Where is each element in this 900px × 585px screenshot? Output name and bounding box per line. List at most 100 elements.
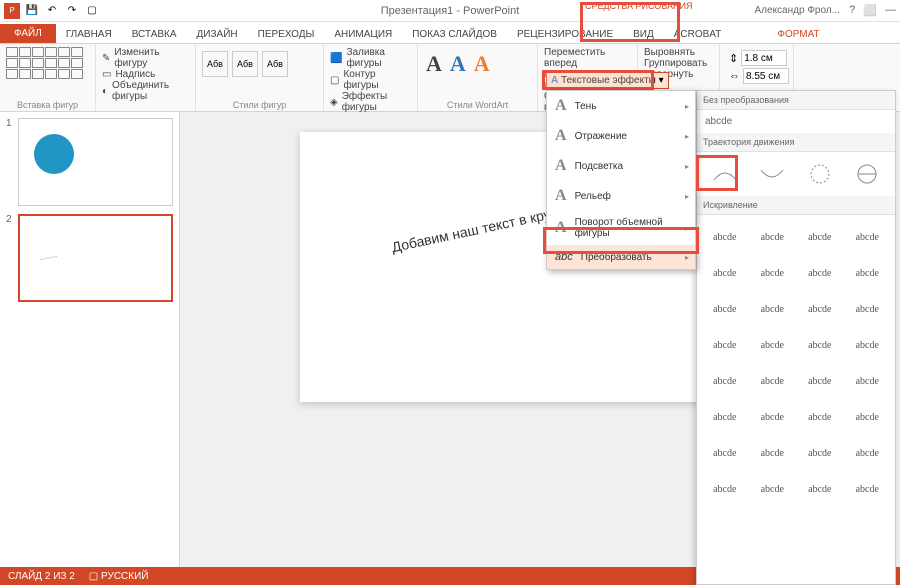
- undo-icon[interactable]: ↶: [44, 3, 60, 19]
- tab-format[interactable]: ФОРМАТ: [767, 26, 829, 43]
- warp-option[interactable]: abcde: [846, 329, 890, 361]
- thumb-circle-shape: [34, 134, 74, 174]
- tab-transitions[interactable]: ПЕРЕХОДЫ: [248, 26, 325, 43]
- warp-option[interactable]: abcde: [703, 473, 747, 505]
- warp-option[interactable]: abcde: [846, 401, 890, 433]
- slide-thumb-2[interactable]: ~~~~~: [18, 214, 173, 302]
- align-button[interactable]: Выровнять: [644, 47, 713, 58]
- shape-effects-button[interactable]: ◈Эффекты фигуры: [330, 91, 411, 113]
- width-icon: ⇔: [729, 70, 740, 82]
- warp-option[interactable]: abcde: [846, 293, 890, 325]
- thumb-number: 2: [6, 214, 18, 302]
- tab-home[interactable]: ГЛАВНАЯ: [56, 26, 122, 43]
- shape-style-preset[interactable]: Абв: [262, 51, 288, 77]
- warp-option[interactable]: abcde: [798, 473, 842, 505]
- warp-option[interactable]: abcde: [798, 401, 842, 433]
- wordart-preset[interactable]: A: [450, 51, 466, 77]
- text-box-button[interactable]: ▭Надпись: [102, 69, 189, 80]
- section-follow-path: Траектория движения: [697, 133, 895, 152]
- warp-option[interactable]: abcde: [751, 365, 795, 397]
- menu-glow[interactable]: AПодсветка▸: [547, 151, 695, 181]
- width-input[interactable]: [743, 68, 789, 84]
- warp-option[interactable]: abcde: [798, 437, 842, 469]
- quick-access-toolbar: P 💾 ↶ ↷ ▢: [0, 3, 100, 19]
- text-effects-button[interactable]: A Текстовые эффекты ▾: [546, 72, 669, 89]
- warp-option[interactable]: abcde: [846, 257, 890, 289]
- redo-icon[interactable]: ↷: [64, 3, 80, 19]
- menu-3d-rotation[interactable]: AПоворот объемной фигуры▸: [547, 211, 695, 245]
- warp-grid: abcdeabcdeabcdeabcde abcdeabcdeabcdeabcd…: [697, 215, 895, 511]
- path-button-icon: [852, 162, 882, 186]
- group-shape-styles: Абв Абв Абв Стили фигур: [196, 44, 324, 111]
- tab-insert[interactable]: ВСТАВКА: [122, 26, 187, 43]
- warp-option[interactable]: abcde: [703, 293, 747, 325]
- slide-thumb-1[interactable]: [18, 118, 173, 206]
- warp-option[interactable]: abcde: [846, 221, 890, 253]
- menu-shadow[interactable]: AТень▸: [547, 91, 695, 121]
- warp-option[interactable]: abcde: [798, 257, 842, 289]
- warp-option[interactable]: abcde: [798, 293, 842, 325]
- warp-option[interactable]: abcde: [846, 365, 890, 397]
- shape-outline-button[interactable]: ▢Контур фигуры: [330, 69, 411, 91]
- transform-path-button[interactable]: [846, 158, 890, 190]
- warp-option[interactable]: abcde: [703, 437, 747, 469]
- menu-bevel[interactable]: AРельеф▸: [547, 181, 695, 211]
- warp-option[interactable]: abcde: [703, 329, 747, 361]
- height-input[interactable]: [741, 50, 787, 66]
- shape-fill-button[interactable]: 🟦Заливка фигуры: [330, 47, 411, 69]
- warp-option[interactable]: abcde: [751, 293, 795, 325]
- tab-review[interactable]: РЕЦЕНЗИРОВАНИЕ: [507, 26, 623, 43]
- curved-text-shape[interactable]: Добавим наш текст в круг: [390, 205, 557, 255]
- tab-slideshow[interactable]: ПОКАЗ СЛАЙДОВ: [402, 26, 507, 43]
- warp-option[interactable]: abcde: [751, 401, 795, 433]
- tab-design[interactable]: ДИЗАЙН: [187, 26, 248, 43]
- change-shape-button[interactable]: ✎Изменить фигуру: [102, 47, 189, 69]
- group-button[interactable]: Группировать: [644, 58, 713, 69]
- save-icon[interactable]: 💾: [24, 3, 40, 19]
- warp-option[interactable]: abcde: [703, 257, 747, 289]
- tab-file[interactable]: ФАЙЛ: [0, 24, 56, 43]
- group-label-insert-shapes: Вставка фигур: [0, 100, 95, 110]
- ribbon-options-icon[interactable]: ⬜: [863, 4, 877, 17]
- tab-animations[interactable]: АНИМАЦИЯ: [324, 26, 402, 43]
- shape-style-preset[interactable]: Абв: [232, 51, 258, 77]
- window-controls: ? ⬜ —: [849, 4, 896, 17]
- menu-reflection[interactable]: AОтражение▸: [547, 121, 695, 151]
- warp-option[interactable]: abcde: [798, 365, 842, 397]
- no-transform-option[interactable]: abcde: [697, 110, 895, 133]
- language-indicator[interactable]: ▢ РУССКИЙ: [89, 571, 149, 582]
- warp-option[interactable]: abcde: [751, 437, 795, 469]
- warp-option[interactable]: abcde: [751, 221, 795, 253]
- warp-option[interactable]: abcde: [798, 221, 842, 253]
- warp-option[interactable]: abcde: [751, 329, 795, 361]
- group-label-wordart: Стили WordArt: [418, 100, 537, 110]
- minimize-icon[interactable]: —: [885, 4, 896, 17]
- transform-path-arch-down[interactable]: [751, 158, 795, 190]
- start-slideshow-icon[interactable]: ▢: [84, 3, 100, 19]
- wordart-preset[interactable]: A: [426, 51, 442, 77]
- slide-counter[interactable]: СЛАЙД 2 ИЗ 2: [8, 571, 75, 582]
- transform-path-arch[interactable]: [703, 158, 747, 190]
- section-no-transform: Без преобразования: [697, 91, 895, 110]
- menu-transform[interactable]: abcПреобразовать▸: [547, 245, 695, 269]
- transform-gallery: Без преобразования abcde Траектория движ…: [696, 90, 896, 585]
- wordart-preset[interactable]: A: [474, 51, 490, 77]
- shapes-gallery[interactable]: [6, 47, 89, 79]
- warp-option[interactable]: abcde: [846, 437, 890, 469]
- warp-option[interactable]: abcde: [703, 401, 747, 433]
- warp-option[interactable]: abcde: [703, 365, 747, 397]
- warp-option[interactable]: abcde: [703, 221, 747, 253]
- merge-shapes-button[interactable]: ◐Объединить фигуры: [102, 80, 189, 102]
- tab-view[interactable]: ВИД: [623, 26, 664, 43]
- warp-option[interactable]: abcde: [846, 473, 890, 505]
- transform-path-circle[interactable]: [798, 158, 842, 190]
- bring-forward-button[interactable]: Переместить вперед: [544, 47, 631, 69]
- help-icon[interactable]: ?: [849, 4, 855, 17]
- shape-style-preset[interactable]: Абв: [202, 51, 228, 77]
- warp-option[interactable]: abcde: [751, 473, 795, 505]
- warp-option[interactable]: abcde: [751, 257, 795, 289]
- tab-acrobat[interactable]: ACROBAT: [664, 26, 732, 43]
- group-insert-shapes: Вставка фигур: [0, 44, 96, 111]
- user-name[interactable]: Александр Фрол...: [755, 5, 841, 16]
- warp-option[interactable]: abcde: [798, 329, 842, 361]
